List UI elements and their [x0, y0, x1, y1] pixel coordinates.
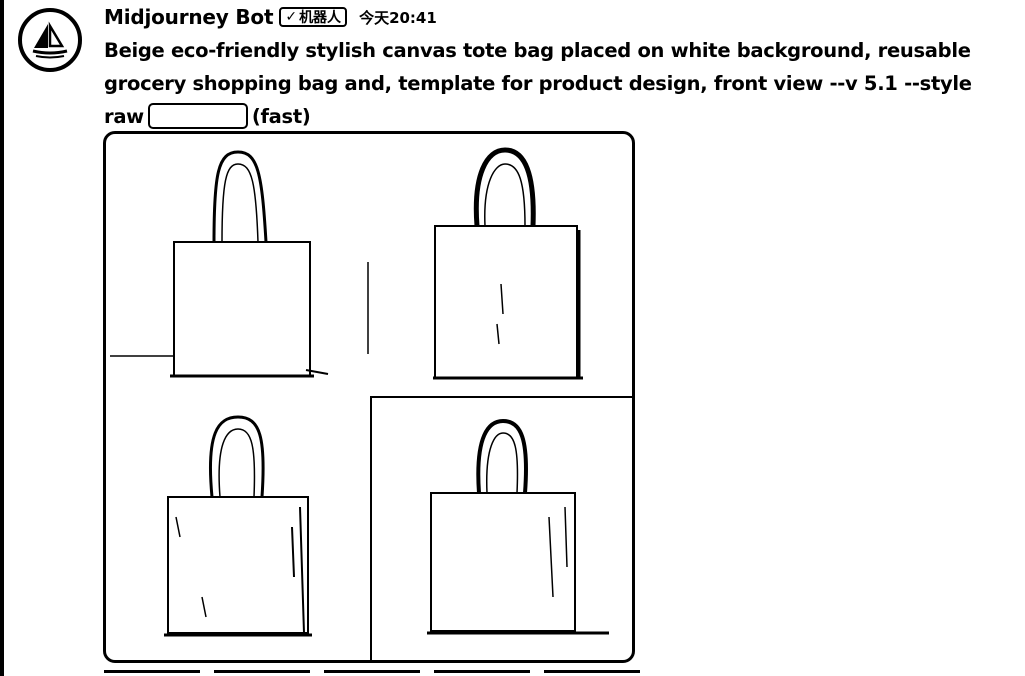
message-header: Midjourney Bot ✓ 机器人 今天20:41	[104, 2, 437, 32]
timestamp[interactable]: 今天20:41	[359, 7, 437, 28]
action-buttons-row	[104, 670, 640, 676]
midjourney-sailboat-icon	[32, 21, 68, 59]
avatar[interactable]	[18, 8, 82, 72]
user-mention[interactable]	[147, 103, 248, 129]
action-button-3[interactable]	[324, 670, 420, 676]
grid-image-1[interactable]	[106, 134, 369, 397]
image-grid[interactable]	[103, 131, 635, 663]
bot-badge: ✓ 机器人	[279, 7, 348, 27]
action-button-5[interactable]	[544, 670, 640, 676]
grid-divider-vertical	[370, 396, 372, 660]
grid-divider-horizontal	[370, 396, 632, 398]
username[interactable]: Midjourney Bot	[104, 5, 274, 29]
window-left-border	[0, 0, 4, 676]
message-content: Beige eco-friendly stylish canvas tote b…	[104, 34, 974, 133]
grid-image-3[interactable]	[106, 397, 369, 660]
check-icon: ✓	[285, 9, 298, 25]
bot-badge-label: 机器人	[299, 10, 342, 26]
grid-image-2[interactable]	[369, 134, 632, 397]
speed-tag: (fast)	[251, 105, 311, 128]
action-button-2[interactable]	[214, 670, 310, 676]
action-button-4[interactable]	[434, 670, 530, 676]
action-button-1[interactable]	[104, 670, 200, 676]
grid-image-4[interactable]	[369, 397, 632, 660]
